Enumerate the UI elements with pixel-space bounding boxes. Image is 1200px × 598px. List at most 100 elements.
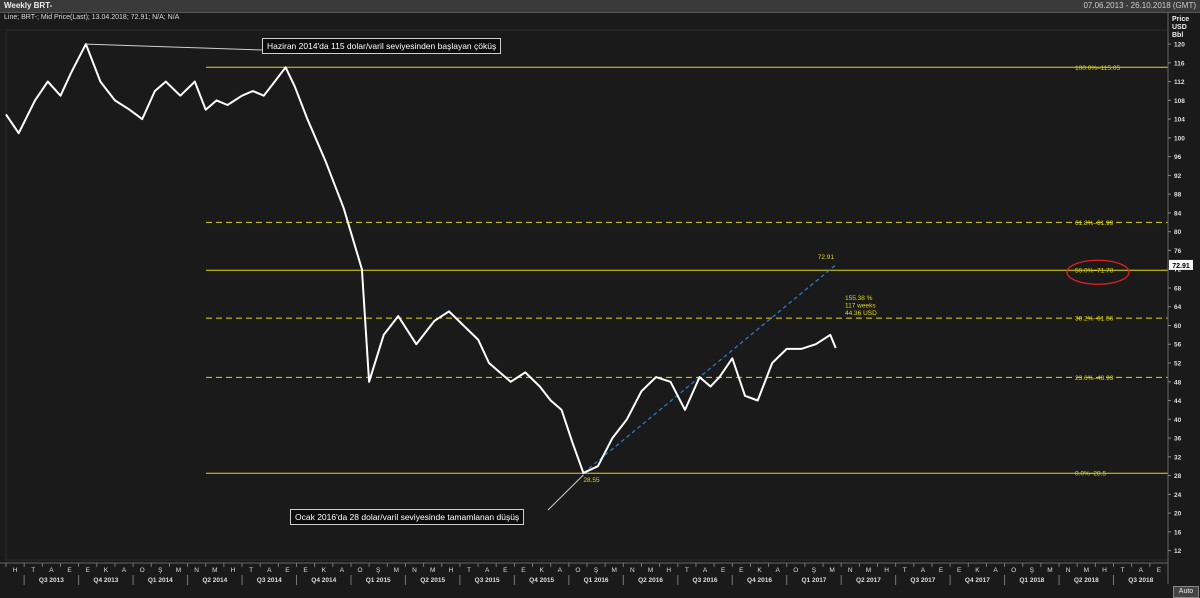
auto-scale-button[interactable]: Auto (1173, 586, 1199, 598)
y-tick-label: 80 (1174, 229, 1182, 236)
x-quarter-label: Q3 2014 (257, 577, 282, 584)
fib-level-label: 38.2%–61.56 (1075, 316, 1114, 323)
y-tick-label: 36 (1174, 436, 1182, 443)
x-month-label: K (757, 567, 762, 574)
peak-callout-connector (85, 43, 263, 51)
trough-value-label: 28.55 (583, 477, 600, 484)
x-quarter-label: Q4 2013 (93, 577, 118, 584)
y-tick-label: 24 (1174, 492, 1182, 499)
x-month-label: K (539, 567, 544, 574)
y-tick-label: 88 (1174, 192, 1182, 199)
x-month-label: M (612, 567, 617, 574)
y-tick-label: 76 (1174, 248, 1182, 255)
y-tick-label: 28 (1174, 473, 1182, 480)
x-quarter-label: Q1 2015 (366, 577, 391, 584)
x-month-label: K (322, 567, 327, 574)
x-quarter-label: Q2 2017 (856, 577, 881, 584)
trough-callout: Ocak 2016'da 28 dolar/varil seviyesinde … (290, 509, 525, 525)
x-month-label: E (285, 567, 290, 574)
x-month-label: T (1121, 567, 1125, 574)
x-month-label: M (1047, 567, 1052, 574)
x-month-label: Ş (158, 567, 163, 574)
y-tick-label: 40 (1174, 417, 1182, 424)
x-month-label: M (430, 567, 435, 574)
x-month-label: M (212, 567, 217, 574)
trough-callout-connector (547, 474, 584, 511)
x-quarter-label: Q4 2015 (529, 577, 554, 584)
x-quarter-label: Q2 2014 (202, 577, 227, 584)
x-month-label: N (412, 567, 417, 574)
x-month-label: E (86, 567, 91, 574)
x-month-label: O (575, 567, 580, 574)
x-month-label: M (648, 567, 653, 574)
y-tick-label: 108 (1174, 98, 1185, 105)
x-month-label: H (231, 567, 236, 574)
annotations: 28.55 72.91 155.38 %117 weeks44.36 USD 72.9… (85, 43, 1193, 511)
x-quarter-label: Q1 2016 (584, 577, 609, 584)
x-month-label: A (485, 567, 490, 574)
y-tick-label: 52 (1174, 361, 1182, 368)
x-month-label: M (866, 567, 871, 574)
y-tick-label: 112 (1174, 79, 1185, 86)
price-line (5, 43, 837, 474)
x-month-label: E (521, 567, 526, 574)
x-month-label: A (703, 567, 708, 574)
x-axis: HTAEEKAOŞMNMHTAEEKAOŞMNMHTAEEKAOŞMNMHTAE… (0, 562, 1168, 585)
x-quarter-label: Q2 2016 (638, 577, 663, 584)
x-month-label: T (903, 567, 907, 574)
x-quarter-label: Q4 2017 (965, 577, 990, 584)
x-month-label: H (884, 567, 889, 574)
y-tick-label: 92 (1174, 173, 1182, 180)
y-tick-label: 16 (1174, 529, 1182, 536)
y-tick-label: 120 (1174, 42, 1185, 49)
y-tick-label: 64 (1174, 304, 1182, 311)
x-quarter-label: Q1 2014 (148, 577, 173, 584)
x-month-label: E (939, 567, 944, 574)
fib-level-label: 61.8%–81.99 (1075, 220, 1114, 227)
x-quarter-label: Q3 2018 (1128, 577, 1153, 584)
x-month-label: M (176, 567, 181, 574)
axis-header-price: Price (1172, 16, 1189, 23)
x-quarter-label: Q2 2018 (1074, 577, 1099, 584)
x-month-label: O (140, 567, 145, 574)
x-month-label: N (194, 567, 199, 574)
x-quarter-label: Q4 2016 (747, 577, 772, 584)
price-series (5, 43, 837, 474)
x-quarter-label: Q2 2015 (420, 577, 445, 584)
x-month-label: E (721, 567, 726, 574)
y-tick-label: 104 (1174, 117, 1185, 124)
x-month-label: Ş (1030, 567, 1035, 574)
x-quarter-label: Q4 2014 (311, 577, 336, 584)
y-tick-label: 100 (1174, 135, 1185, 142)
trend-line (582, 264, 837, 474)
fib-level-label: 50.0%–71.78 (1075, 268, 1114, 275)
x-month-label: E (303, 567, 308, 574)
end-value-label: 72.91 (818, 254, 835, 261)
x-month-label: T (249, 567, 253, 574)
peak-callout: Haziran 2014'da 115 dolar/varil seviyesi… (262, 38, 502, 54)
x-month-label: E (957, 567, 962, 574)
y-tick-label: 60 (1174, 323, 1182, 330)
x-month-label: M (1084, 567, 1089, 574)
x-month-label: O (1011, 567, 1016, 574)
x-month-label: O (793, 567, 798, 574)
x-month-label: T (467, 567, 471, 574)
x-quarter-label: Q1 2017 (801, 577, 826, 584)
x-month-label: T (685, 567, 689, 574)
y-tick-label: 12 (1174, 548, 1182, 555)
x-month-label: N (848, 567, 853, 574)
axis-header-bbl: Bbl (1172, 32, 1183, 39)
price-chart[interactable]: 100.0%–115.05 61.8%–81.99 50.0%–71.78 38.2%… (0, 0, 1200, 597)
x-month-label: Ş (376, 567, 381, 574)
y-tick-label: 44 (1174, 398, 1182, 405)
current-price-label: 72.91 (1172, 263, 1190, 270)
x-month-label: A (921, 567, 926, 574)
axis-header-usd: USD (1172, 24, 1187, 31)
x-month-label: K (975, 567, 980, 574)
x-month-label: H (1102, 567, 1107, 574)
y-tick-label: 20 (1174, 511, 1182, 518)
x-month-label: A (340, 567, 345, 574)
y-axis: PriceUSDBbl 12 16 20 24 28 32 36 40 44 48 52 56 60 64 6… (1167, 12, 1189, 584)
x-month-label: A (122, 567, 127, 574)
trend-stat-label: 117 weeks (845, 303, 876, 310)
